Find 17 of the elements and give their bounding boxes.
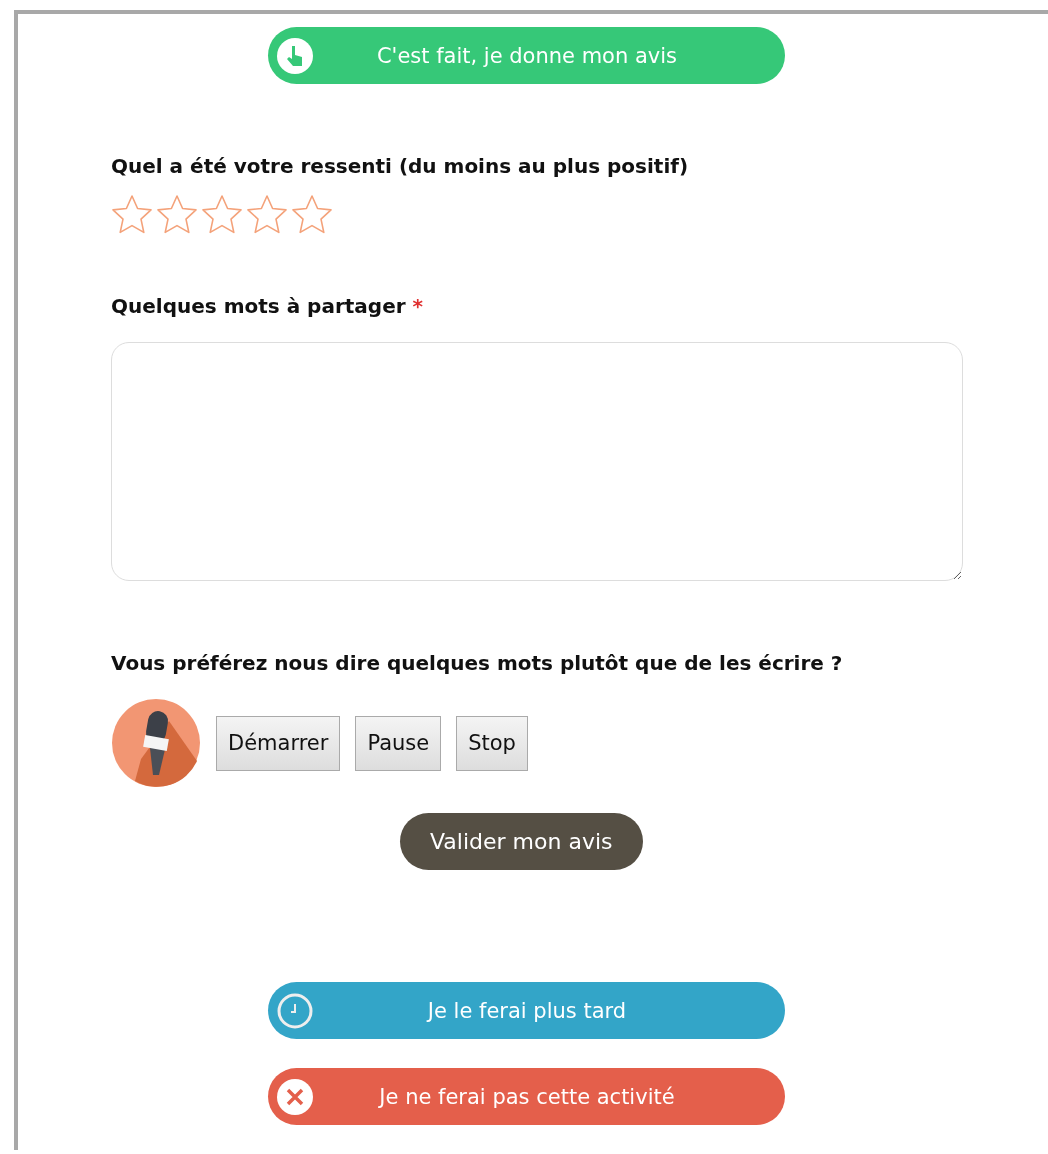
voice-question: Vous préférez nous dire quelques mots plutôt que de les écrire ?: [111, 651, 844, 675]
record-button[interactable]: Stop: [456, 715, 528, 771]
comment-field[interactable]: [111, 342, 963, 581]
clock-icon: [275, 991, 314, 1030]
star-icon[interactable]: [291, 194, 333, 234]
submit-button[interactable]: Valider mon avis: [400, 813, 643, 870]
record-button[interactable]: Démarrer: [216, 715, 341, 771]
record-button[interactable]: Pause: [355, 715, 442, 771]
star-icon[interactable]: [156, 194, 198, 234]
star-icon[interactable]: [201, 194, 243, 234]
star-icon[interactable]: [246, 194, 288, 234]
microphone-icon: [111, 699, 201, 787]
comment-label: Quelques mots à partager *: [111, 294, 425, 318]
rating-question: Quel a été votre ressenti (du moins au plus positif): [111, 154, 690, 178]
close-icon: [275, 1077, 314, 1116]
star-icon[interactable]: [111, 194, 153, 234]
pointing-hand-icon: [275, 36, 314, 75]
